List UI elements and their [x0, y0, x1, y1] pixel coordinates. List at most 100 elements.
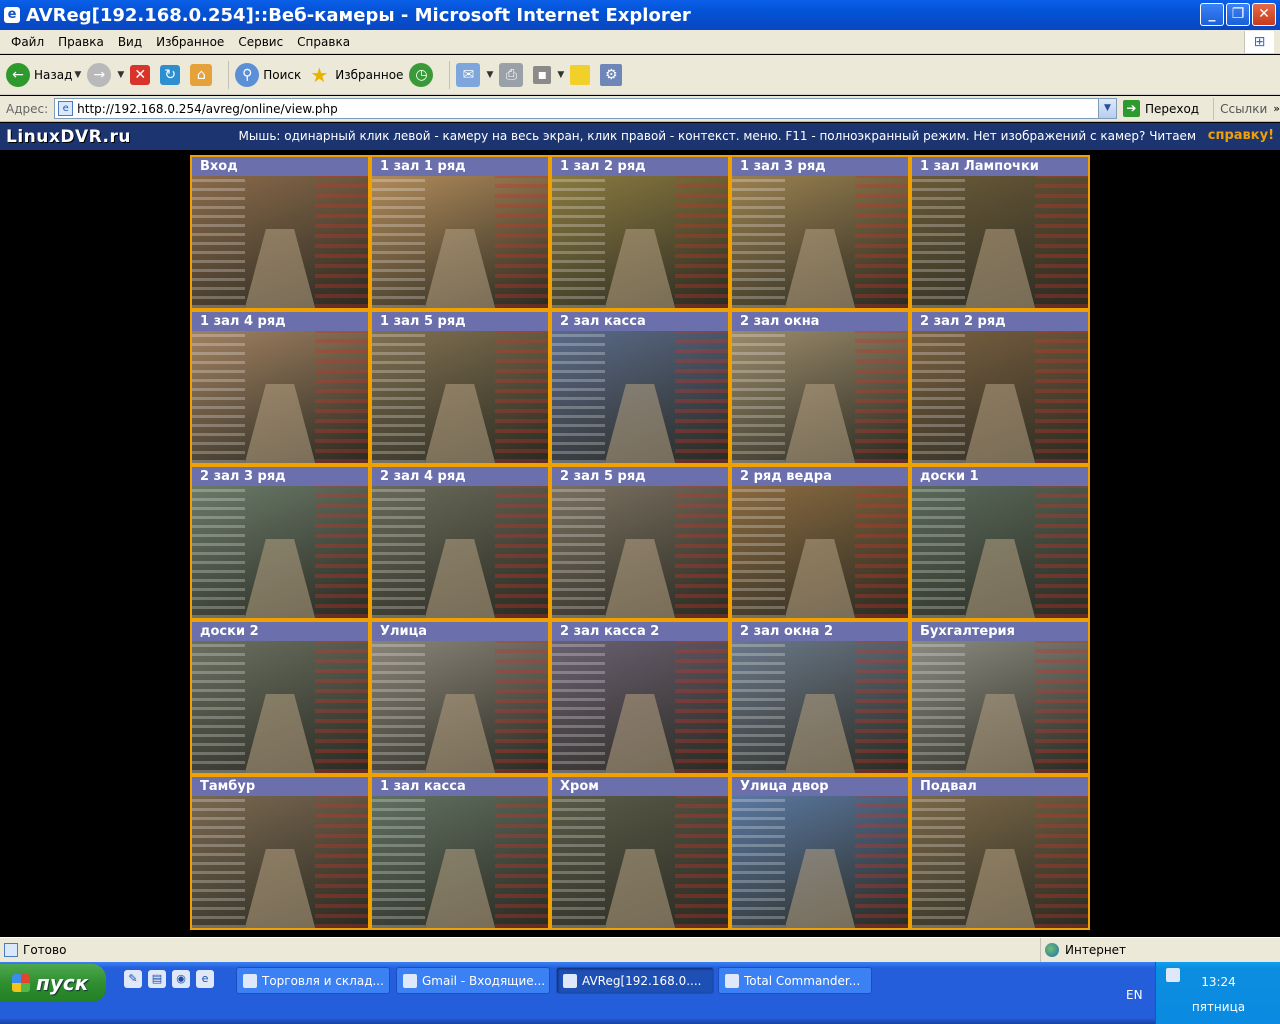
camera-tile[interactable]: 1 зал 2 ряд	[552, 157, 728, 308]
camera-tile[interactable]: 2 зал 3 ряд	[192, 467, 368, 618]
quick-launch-notepad-icon[interactable]: ✎	[124, 970, 142, 988]
menu-edit[interactable]: Правка	[51, 35, 111, 49]
camera-tile[interactable]: Хром	[552, 777, 728, 928]
menu-favorites[interactable]: Избранное	[149, 35, 231, 49]
camera-feed[interactable]	[732, 796, 908, 928]
camera-tile[interactable]: 2 зал окна	[732, 312, 908, 463]
mail-dropdown-icon[interactable]: ▼	[486, 70, 493, 80]
back-button[interactable]: ← Назад ▼	[6, 60, 81, 90]
camera-feed[interactable]	[732, 331, 908, 463]
search-button[interactable]: ⚲ Поиск	[235, 60, 301, 90]
research-button[interactable]: ⚙	[600, 60, 626, 90]
camera-feed[interactable]	[912, 486, 1088, 618]
quick-launch-ie-icon[interactable]: e	[196, 970, 214, 988]
camera-tile[interactable]: 2 зал касса	[552, 312, 728, 463]
feed-scene	[732, 796, 785, 928]
feed-scene	[1035, 176, 1088, 308]
camera-feed[interactable]	[192, 331, 368, 463]
camera-tile[interactable]: 1 зал 4 ряд	[192, 312, 368, 463]
mail-button[interactable]: ✉ ▼	[456, 60, 493, 90]
camera-feed[interactable]	[912, 796, 1088, 928]
camera-tile[interactable]: Тамбур	[192, 777, 368, 928]
favorites-button[interactable]: ★ Избранное	[307, 60, 403, 90]
forward-button[interactable]: → ▼	[87, 60, 124, 90]
camera-feed[interactable]	[732, 486, 908, 618]
edit-button[interactable]: ▪ ▼	[533, 60, 564, 90]
chevron-right-icon[interactable]: »	[1273, 102, 1280, 115]
camera-feed[interactable]	[552, 486, 728, 618]
usage-hint: Мышь: одинарный клик левой - камеру на в…	[238, 129, 1196, 143]
forward-dropdown-icon[interactable]: ▼	[117, 70, 124, 80]
camera-tile[interactable]: 1 зал Лампочки	[912, 157, 1088, 308]
camera-tile[interactable]: 1 зал 3 ряд	[732, 157, 908, 308]
start-button[interactable]: пуск	[0, 964, 106, 1002]
camera-tile[interactable]: 2 зал 2 ряд	[912, 312, 1088, 463]
camera-tile[interactable]: Улица двор	[732, 777, 908, 928]
camera-tile[interactable]: Вход	[192, 157, 368, 308]
camera-tile[interactable]: 2 зал касса 2	[552, 622, 728, 773]
history-button[interactable]: ◷	[409, 60, 437, 90]
address-dropdown-icon[interactable]: ▼	[1097, 99, 1116, 118]
camera-feed[interactable]	[372, 486, 548, 618]
menu-bar: Файл Правка Вид Избранное Сервис Справка…	[0, 30, 1280, 54]
camera-feed[interactable]	[192, 641, 368, 773]
camera-feed[interactable]	[912, 331, 1088, 463]
window-controls: _ ❐ ✕	[1200, 3, 1276, 26]
back-dropdown-icon[interactable]: ▼	[74, 70, 81, 80]
close-button[interactable]: ✕	[1252, 3, 1276, 26]
task-button-gmail[interactable]: Gmail - Входящие...	[396, 967, 550, 994]
quick-launch-player-icon[interactable]: ◉	[172, 970, 190, 988]
camera-tile[interactable]: Подвал	[912, 777, 1088, 928]
camera-feed[interactable]	[192, 796, 368, 928]
camera-feed[interactable]	[192, 486, 368, 618]
clock-time[interactable]: 13:24	[1156, 975, 1280, 989]
camera-tile[interactable]: доски 1	[912, 467, 1088, 618]
camera-feed[interactable]	[372, 176, 548, 308]
camera-tile[interactable]: Бухгалтерия	[912, 622, 1088, 773]
minimize-button[interactable]: _	[1200, 3, 1224, 26]
camera-feed[interactable]	[552, 796, 728, 928]
camera-feed[interactable]	[372, 796, 548, 928]
camera-feed[interactable]	[912, 641, 1088, 773]
stop-button[interactable]: ✕	[130, 60, 154, 90]
camera-tile[interactable]: 2 зал 4 ряд	[372, 467, 548, 618]
links-toolbar[interactable]: Ссылки »	[1213, 97, 1280, 120]
camera-feed[interactable]	[552, 176, 728, 308]
camera-feed[interactable]	[372, 331, 548, 463]
refresh-button[interactable]: ↻	[160, 60, 184, 90]
task-button-total-commander[interactable]: Total Commander...	[718, 967, 872, 994]
edit-dropdown-icon[interactable]: ▼	[557, 70, 564, 80]
brand-logo[interactable]: LinuxDVR.ru	[0, 127, 131, 147]
language-indicator[interactable]: EN	[1126, 988, 1143, 1002]
camera-tile[interactable]: 2 зал 5 ряд	[552, 467, 728, 618]
camera-tile[interactable]: 2 ряд ведра	[732, 467, 908, 618]
camera-tile[interactable]: 1 зал 5 ряд	[372, 312, 548, 463]
quick-launch-doc-icon[interactable]: ▤	[148, 970, 166, 988]
camera-feed[interactable]	[372, 641, 548, 773]
camera-tile[interactable]: доски 2	[192, 622, 368, 773]
camera-tile[interactable]: Улица	[372, 622, 548, 773]
camera-feed[interactable]	[552, 641, 728, 773]
camera-feed[interactable]	[192, 176, 368, 308]
go-button[interactable]: ➔ Переход	[1122, 100, 1199, 117]
menu-file[interactable]: Файл	[4, 35, 51, 49]
discuss-button[interactable]	[570, 60, 594, 90]
camera-tile[interactable]: 1 зал 1 ряд	[372, 157, 548, 308]
camera-feed[interactable]	[732, 176, 908, 308]
print-button[interactable]: ⎙	[499, 60, 527, 90]
camera-tile[interactable]: 1 зал касса	[372, 777, 548, 928]
camera-feed[interactable]	[552, 331, 728, 463]
task-button-avreg[interactable]: AVReg[192.168.0....	[556, 967, 714, 994]
menu-tools[interactable]: Сервис	[231, 35, 290, 49]
maximize-button[interactable]: ❐	[1226, 3, 1250, 26]
task-button-trade[interactable]: Торговля и склад...	[236, 967, 390, 994]
address-input[interactable]: e http://192.168.0.254/avreg/online/view…	[54, 98, 1117, 119]
feed-scene	[495, 796, 548, 928]
camera-feed[interactable]	[912, 176, 1088, 308]
menu-help[interactable]: Справка	[290, 35, 357, 49]
help-link[interactable]: справку!	[1208, 128, 1274, 143]
camera-tile[interactable]: 2 зал окна 2	[732, 622, 908, 773]
home-button[interactable]: ⌂	[190, 60, 216, 90]
menu-view[interactable]: Вид	[111, 35, 149, 49]
camera-feed[interactable]	[732, 641, 908, 773]
